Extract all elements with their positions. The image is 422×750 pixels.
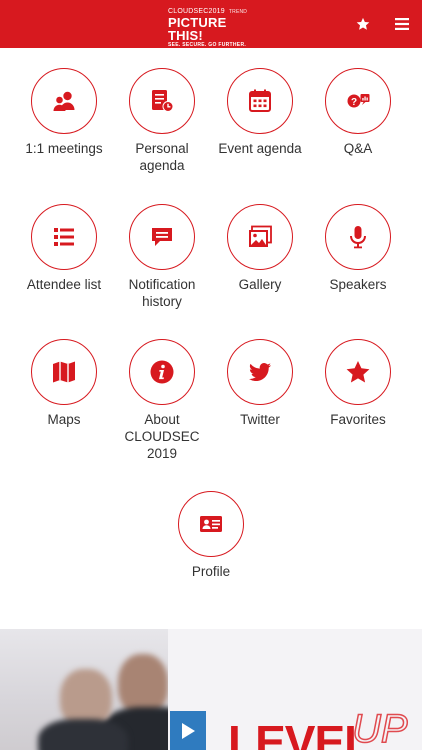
qa-icon: ? [347, 94, 370, 108]
app-logo: CLOUDSEC2019 TREND PICTURE THIS! SEE. SE… [168, 8, 258, 49]
tile-label: Personal agenda [135, 141, 189, 173]
tile-about[interactable]: About CLOUDSEC 2019 [113, 339, 211, 462]
tile-label: Notification history [128, 277, 196, 309]
tile-gallery[interactable]: Gallery [211, 204, 309, 293]
banner-level-text: LEVEL [228, 716, 372, 750]
tile-label: Gallery [238, 277, 282, 292]
app-header: CLOUDSEC2019 TREND PICTURE THIS! SEE. SE… [0, 0, 422, 48]
tile-label: Q&A [343, 141, 373, 156]
tile-label: 1:1 meetings [25, 141, 103, 156]
tile-label: About CLOUDSEC 2019 [124, 412, 200, 461]
star-icon [356, 17, 370, 30]
favorites-button[interactable] [352, 13, 374, 35]
tile-circle [31, 339, 97, 405]
tile-circle [31, 204, 97, 270]
tile-notification-history[interactable]: Notification history [113, 204, 211, 310]
star-icon [346, 361, 370, 383]
tile-circle [129, 339, 195, 405]
personal-agenda-icon [152, 90, 174, 112]
users-icon [53, 91, 75, 111]
play-icon [182, 722, 195, 739]
tile-speakers[interactable]: Speakers [309, 204, 407, 293]
tile-personal-agenda[interactable]: Personal agenda [113, 68, 211, 174]
tile-favorites[interactable]: Favorites [309, 339, 407, 428]
tile-circle: ? [325, 68, 391, 134]
logo-tagline: SEE. SECURE. GO FURTHER. [168, 42, 247, 48]
menu-button[interactable] [391, 13, 413, 35]
promo-banner[interactable]: LEVEL UP [0, 629, 422, 750]
tile-label: Maps [47, 412, 81, 427]
tile-label: Twitter [240, 412, 280, 427]
logo-title: PICTURE THIS! [168, 15, 227, 43]
logo-line1-small: TREND [228, 9, 248, 15]
id-card-icon [200, 516, 222, 532]
tile-label: Event agenda [218, 141, 302, 156]
gallery-icon [249, 225, 272, 247]
tile-circle [325, 204, 391, 270]
tile-circle [227, 204, 293, 270]
banner-person [38, 719, 128, 750]
list-icon [54, 228, 74, 246]
tile-event-agenda[interactable]: Event agenda [211, 68, 309, 157]
twitter-icon [249, 363, 271, 382]
tile-circle [325, 339, 391, 405]
map-icon [53, 361, 75, 383]
tile-maps[interactable]: Maps [15, 339, 113, 428]
message-icon [152, 228, 172, 246]
calendar-icon [249, 89, 271, 112]
tile-twitter[interactable]: Twitter [211, 339, 309, 428]
tile-profile[interactable]: Profile [162, 491, 260, 580]
play-button[interactable] [170, 711, 206, 750]
tile-label: Attendee list [26, 277, 102, 292]
svg-text:?: ? [351, 97, 357, 108]
tile-meetings[interactable]: 1:1 meetings [15, 68, 113, 157]
tile-attendee-list[interactable]: Attendee list [15, 204, 113, 293]
tile-circle [129, 68, 195, 134]
tile-label: Profile [191, 564, 231, 579]
tile-circle [31, 68, 97, 134]
tile-label: Favorites [330, 412, 386, 427]
hamburger-menu-icon [395, 18, 409, 30]
tile-circle [227, 68, 293, 134]
tile-circle [227, 339, 293, 405]
tile-qa[interactable]: ? Q&A [309, 68, 407, 157]
tile-circle [129, 204, 195, 270]
tile-label: Speakers [329, 277, 387, 292]
banner-up-text: UP [351, 706, 408, 750]
microphone-icon [350, 226, 366, 249]
info-icon [150, 360, 174, 384]
tile-circle [178, 491, 244, 557]
